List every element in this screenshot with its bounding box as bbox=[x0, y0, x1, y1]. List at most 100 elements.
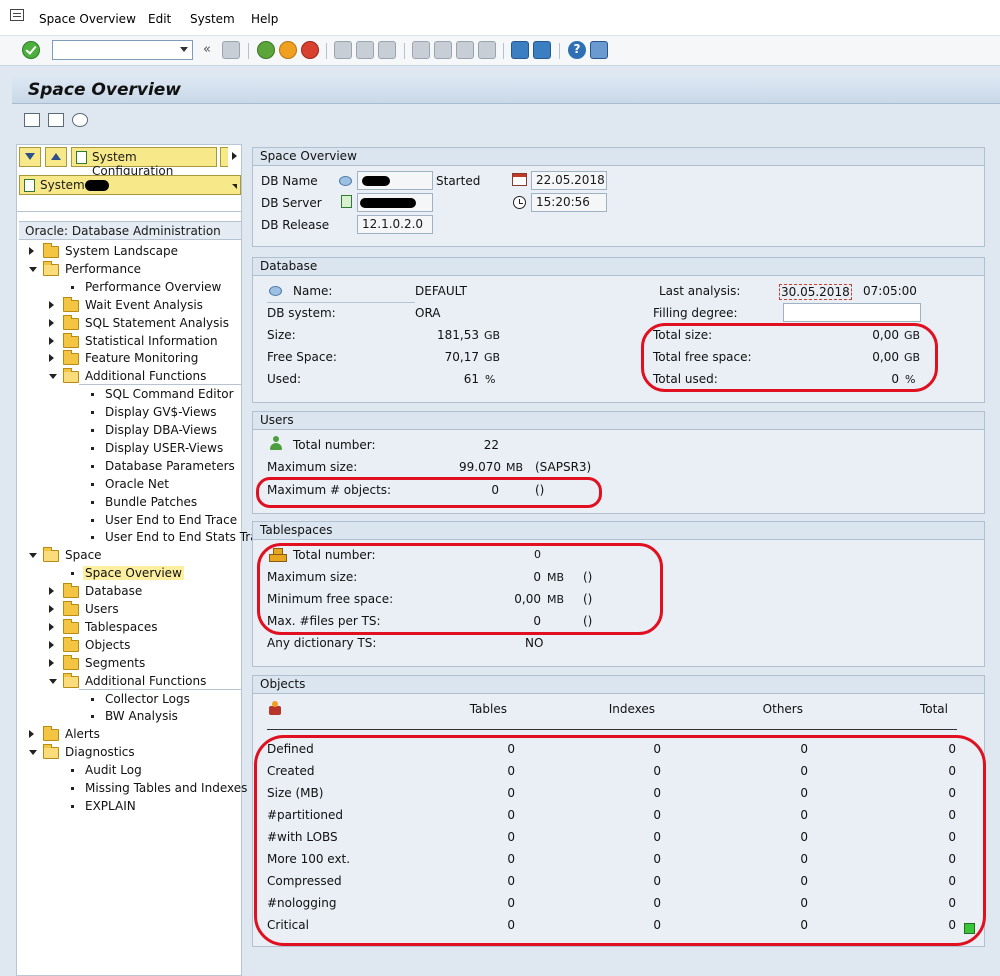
chevron-down-icon[interactable] bbox=[29, 266, 37, 272]
menu-list-icon[interactable] bbox=[10, 9, 24, 21]
tree-node[interactable]: SQL Command Editor bbox=[17, 386, 241, 404]
tree-node-label[interactable]: Additional Functions bbox=[83, 674, 208, 688]
chevron-right-icon[interactable] bbox=[49, 336, 54, 345]
chevron-down-icon[interactable] bbox=[29, 750, 37, 756]
last-page-icon[interactable] bbox=[478, 41, 496, 59]
tree-node-label[interactable]: Feature Monitoring bbox=[83, 351, 200, 365]
tree-node-label[interactable]: Display GV$-Views bbox=[103, 405, 219, 419]
tree-node-label[interactable]: Bundle Patches bbox=[103, 495, 199, 509]
tree-node[interactable]: User End to End Trace bbox=[17, 512, 241, 530]
tree-node-label[interactable]: User End to End Trace bbox=[103, 513, 239, 527]
tree-node[interactable]: Database bbox=[17, 583, 241, 601]
tree-node-label[interactable]: Database Parameters bbox=[103, 459, 237, 473]
previous-page-icon[interactable] bbox=[434, 41, 452, 59]
tree-node[interactable]: BW Analysis bbox=[17, 708, 241, 726]
tree-node-label[interactable]: Missing Tables and Indexes bbox=[83, 781, 249, 795]
tree-node-label[interactable]: SQL Command Editor bbox=[103, 387, 236, 401]
tree-node-label[interactable]: Space bbox=[63, 548, 104, 562]
find-icon[interactable] bbox=[356, 41, 374, 59]
exit-icon[interactable] bbox=[279, 41, 297, 59]
tree-node[interactable]: Bundle Patches bbox=[17, 494, 241, 512]
tree-node-label[interactable]: Objects bbox=[83, 638, 132, 652]
command-field[interactable] bbox=[52, 40, 193, 60]
customize-layout-icon[interactable] bbox=[590, 41, 608, 59]
tree-node[interactable]: Alerts bbox=[17, 726, 241, 744]
tree-node-label[interactable]: User End to End Stats Trace bbox=[103, 530, 274, 544]
shortcut-icon[interactable] bbox=[533, 41, 551, 59]
history-icon[interactable] bbox=[72, 113, 88, 127]
tree-node[interactable]: Audit Log bbox=[17, 762, 241, 780]
tree-node-label[interactable]: Collector Logs bbox=[103, 692, 192, 706]
chevron-down-icon[interactable] bbox=[49, 374, 57, 380]
tree-node-label[interactable]: Tablespaces bbox=[83, 620, 160, 634]
tree-node-label[interactable]: Diagnostics bbox=[63, 745, 137, 759]
menu-system[interactable]: System bbox=[190, 12, 235, 26]
save-icon[interactable] bbox=[222, 41, 240, 59]
tree-node-label[interactable]: Performance Overview bbox=[83, 280, 223, 294]
tree-node-label[interactable]: Segments bbox=[83, 656, 147, 670]
tree-node[interactable]: System Landscape bbox=[17, 243, 241, 261]
chevron-right-icon[interactable] bbox=[29, 247, 34, 255]
tree-node-label[interactable]: Statistical Information bbox=[83, 334, 220, 348]
chevron-right-icon[interactable] bbox=[49, 318, 54, 327]
tree-node[interactable]: Statistical Information bbox=[17, 332, 241, 351]
chevron-down-icon[interactable] bbox=[49, 678, 57, 684]
tree-node-label[interactable]: Users bbox=[83, 602, 121, 616]
menu-space-overview[interactable]: Space Overview bbox=[39, 12, 136, 26]
tree-node[interactable]: Display USER-Views bbox=[17, 440, 241, 458]
tree-node-label[interactable]: SQL Statement Analysis bbox=[83, 316, 231, 330]
tree-node-label[interactable]: System Landscape bbox=[63, 244, 180, 258]
tree-node[interactable]: Display GV$-Views bbox=[17, 404, 241, 422]
tree-node-label[interactable]: Space Overview bbox=[83, 566, 184, 581]
chevron-down-icon[interactable] bbox=[29, 553, 37, 559]
next-button-edge[interactable] bbox=[220, 147, 228, 167]
tree-node[interactable]: Users bbox=[17, 601, 241, 619]
last-analysis-date[interactable]: 30.05.2018 bbox=[779, 284, 852, 300]
cancel-icon[interactable] bbox=[301, 41, 319, 59]
tree-node[interactable]: Performance bbox=[17, 260, 241, 279]
chevron-right-icon[interactable] bbox=[232, 152, 237, 160]
tree-node[interactable]: Space Overview bbox=[17, 565, 241, 583]
menu-edit[interactable]: Edit bbox=[148, 12, 171, 26]
chevron-right-icon[interactable] bbox=[49, 587, 54, 596]
tree-node[interactable]: SQL Statement Analysis bbox=[17, 314, 241, 333]
next-page-icon[interactable] bbox=[456, 41, 474, 59]
tree-node[interactable]: Objects bbox=[17, 636, 241, 655]
tree-node-label[interactable]: EXPLAIN bbox=[83, 799, 138, 813]
new-session-icon[interactable] bbox=[511, 41, 529, 59]
back-icon[interactable] bbox=[257, 41, 275, 59]
chevron-right-icon[interactable] bbox=[49, 300, 54, 309]
tree-node[interactable]: EXPLAIN bbox=[17, 798, 241, 816]
system-selector[interactable]: System bbox=[19, 175, 241, 195]
tree-node[interactable]: Tablespaces bbox=[17, 618, 241, 637]
chevron-right-icon[interactable] bbox=[49, 658, 54, 667]
tree-node-label[interactable]: Performance bbox=[63, 262, 143, 276]
help-icon[interactable]: ? bbox=[568, 41, 586, 59]
tree-node[interactable]: Display DBA-Views bbox=[17, 422, 241, 440]
tree-node[interactable]: Feature Monitoring bbox=[17, 350, 241, 368]
tree-node[interactable]: Missing Tables and Indexes bbox=[17, 780, 247, 798]
menu-help[interactable]: Help bbox=[251, 12, 278, 26]
collapse-icon[interactable]: « bbox=[203, 42, 211, 57]
tree-node[interactable]: Oracle Net bbox=[17, 476, 241, 494]
tree-node[interactable]: Performance Overview bbox=[17, 279, 241, 297]
chevron-right-icon[interactable] bbox=[49, 354, 54, 363]
tree-node-label[interactable]: Display USER-Views bbox=[103, 441, 225, 455]
find-next-icon[interactable] bbox=[378, 41, 396, 59]
tree-node[interactable]: Space bbox=[17, 547, 241, 565]
enter-icon[interactable] bbox=[22, 41, 40, 59]
tree-node-label[interactable]: Additional Functions bbox=[83, 369, 208, 383]
tree-node[interactable]: User End to End Stats Trace bbox=[17, 529, 272, 547]
system-configuration-button[interactable]: System Configuration bbox=[71, 147, 217, 178]
tree-node[interactable]: Collector Logs bbox=[17, 691, 241, 709]
first-page-icon[interactable] bbox=[412, 41, 430, 59]
chevron-right-icon[interactable] bbox=[29, 730, 34, 739]
tree-node-label[interactable]: Audit Log bbox=[83, 763, 144, 777]
expand-all-button[interactable] bbox=[19, 147, 41, 167]
tree-node[interactable]: Wait Event Analysis bbox=[17, 296, 241, 315]
tree-node-label[interactable]: Display DBA-Views bbox=[103, 423, 219, 437]
resize-corner-icon[interactable] bbox=[232, 184, 237, 189]
collapse-all-button[interactable] bbox=[45, 147, 67, 167]
chevron-right-icon[interactable] bbox=[49, 640, 54, 649]
chevron-right-icon[interactable] bbox=[49, 622, 54, 631]
